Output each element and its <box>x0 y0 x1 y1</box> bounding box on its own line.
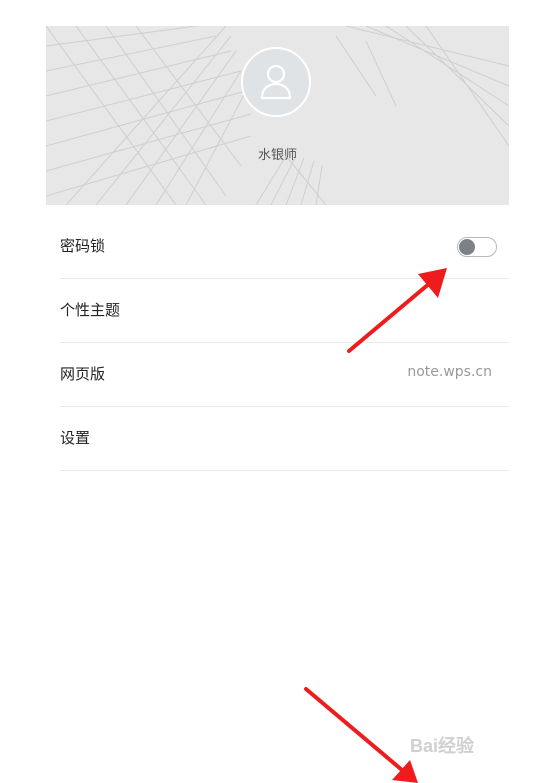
watermark: Bai经验 <box>410 736 475 756</box>
annotation-arrow-bottom <box>304 687 418 783</box>
password-lock-toggle[interactable] <box>457 237 497 257</box>
user-icon <box>260 64 292 100</box>
menu-item-label: 设置 <box>60 429 91 447</box>
settings-menu: 密码锁 个性主题 网页版 note.wps.cn 设置 <box>60 215 509 471</box>
menu-item-password-lock[interactable]: 密码锁 <box>60 215 509 279</box>
menu-item-theme[interactable]: 个性主题 <box>60 279 509 343</box>
menu-item-settings[interactable]: 设置 <box>60 407 509 471</box>
menu-item-label: 网页版 <box>60 365 106 383</box>
toggle-knob <box>459 239 475 255</box>
menu-item-web-version[interactable]: 网页版 note.wps.cn <box>60 343 509 407</box>
profile-header: 水银师 <box>46 26 509 205</box>
page: 水银师 密码锁 个性主题 网页版 note.wps.cn 设置 Bai经验 <box>0 0 538 783</box>
web-version-url: note.wps.cn <box>407 364 492 380</box>
menu-item-label: 密码锁 <box>60 237 106 255</box>
username: 水银师 <box>257 148 297 163</box>
avatar[interactable] <box>241 47 311 117</box>
menu-item-label: 个性主题 <box>60 301 121 319</box>
